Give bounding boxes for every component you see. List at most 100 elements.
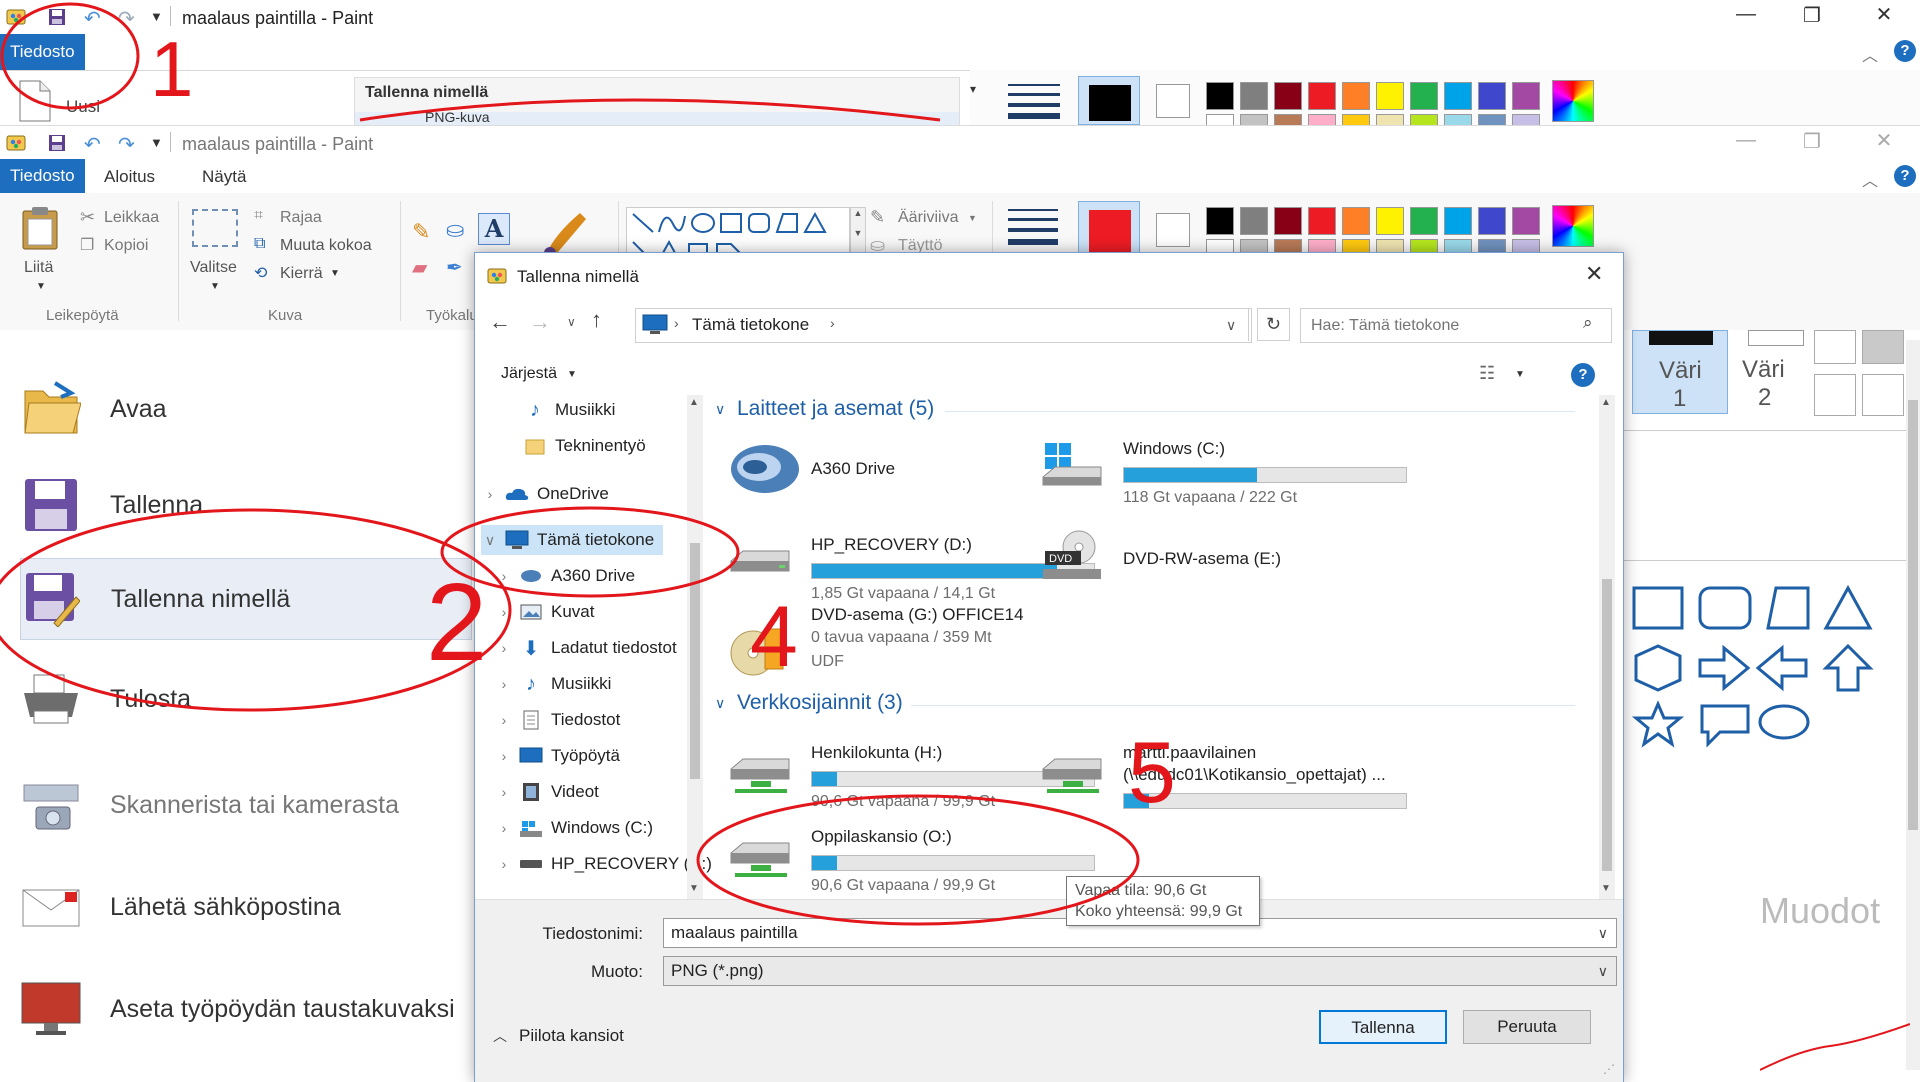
copy-icon[interactable]: ❐: [80, 235, 94, 255]
eraser-icon[interactable]: ▰: [412, 255, 427, 280]
menu-save[interactable]: Tallenna: [20, 466, 470, 544]
new-document-icon[interactable]: [18, 79, 52, 128]
menu-save-as[interactable]: Tallenna nimellä: [20, 558, 472, 640]
search-box[interactable]: ⌕: [1300, 308, 1612, 343]
group-network-collapse-icon[interactable]: ∨: [715, 695, 725, 712]
paste-dropdown-icon[interactable]: ▼: [36, 281, 46, 292]
tree-scrollbar-thumb[interactable]: [690, 543, 700, 779]
palette-swatch[interactable]: [1376, 82, 1404, 110]
organize-dropdown-icon[interactable]: ▼: [567, 369, 577, 380]
right-scrollbar-thumb[interactable]: [1908, 400, 1918, 830]
breadcrumb-chevron-icon[interactable]: ›: [674, 315, 679, 331]
tree-item-this-pc[interactable]: ∨ Tämä tietokone: [481, 525, 663, 555]
color1-button[interactable]: Väri 1: [1632, 330, 1728, 414]
cut-icon[interactable]: ✂: [80, 207, 95, 228]
tree-expand-icon-9[interactable]: ›: [495, 820, 513, 836]
select-icon[interactable]: [192, 209, 238, 247]
cut-label[interactable]: Leikkaa: [104, 209, 159, 227]
network-martti-home[interactable]: martti.paavilainen (\\edudc01\Kotikansio…: [1041, 741, 1461, 821]
edit-colors-icon[interactable]: [1552, 205, 1594, 247]
close-icon-2[interactable]: ✕: [1866, 128, 1902, 153]
redo-icon-2[interactable]: ↷: [118, 132, 135, 157]
palette-swatch[interactable]: [1410, 207, 1438, 235]
crop-icon[interactable]: ⌗: [254, 207, 263, 225]
view-options-icon[interactable]: ☷: [1479, 363, 1495, 384]
tree-scrollbar[interactable]: ▲ ▼: [687, 395, 703, 899]
palette-swatch[interactable]: [1342, 207, 1370, 235]
resize-grip-icon[interactable]: ⋰: [1603, 1062, 1615, 1076]
menu-print[interactable]: Tulosta: [20, 660, 470, 738]
hide-folders-icon[interactable]: ︿: [493, 1026, 507, 1046]
crop-label[interactable]: Rajaa: [280, 209, 322, 227]
back-color1-slot[interactable]: [1078, 76, 1140, 125]
outline-label[interactable]: Ääriviiva: [898, 209, 958, 227]
save-button[interactable]: Tallenna: [1319, 1010, 1447, 1044]
back-size-icon[interactable]: [1008, 82, 1060, 127]
palette-swatch[interactable]: [1444, 207, 1472, 235]
pencil-icon[interactable]: ✎: [412, 219, 430, 245]
content-scroll-up-icon[interactable]: ▲: [1601, 397, 1611, 408]
palette-swatch[interactable]: [1376, 207, 1404, 235]
palette-swatch[interactable]: [1478, 207, 1506, 235]
color-picker-icon[interactable]: ✒: [446, 255, 463, 280]
menu-open[interactable]: Avaa: [20, 370, 470, 448]
tree-item-desktop[interactable]: › Työpöytä: [495, 741, 620, 771]
refresh-icon[interactable]: ↻: [1257, 308, 1290, 341]
organize-button[interactable]: Järjestä: [501, 365, 557, 383]
tree-item-music[interactable]: › ♪ Musiikki: [495, 669, 612, 699]
recent-locations-icon[interactable]: ∨: [567, 315, 576, 329]
palette-swatch[interactable]: [1410, 82, 1438, 110]
tree-expand-icon-10[interactable]: ›: [495, 856, 513, 872]
tree-expand-icon-8[interactable]: ›: [495, 784, 513, 800]
rotate-dropdown-icon[interactable]: ▼: [330, 268, 340, 279]
dialog-help-icon[interactable]: ?: [1571, 363, 1595, 387]
minimize-icon-2[interactable]: —: [1728, 129, 1764, 152]
palette-swatch[interactable]: [1240, 207, 1268, 235]
tree-item-downloads[interactable]: › ⬇ Ladatut tiedostot: [495, 633, 677, 663]
help-icon-2[interactable]: ?: [1894, 165, 1916, 187]
content-scrollbar-thumb[interactable]: [1602, 579, 1612, 871]
group-devices-collapse-icon[interactable]: ∨: [715, 401, 725, 418]
tree-item-windows-c[interactable]: › Windows (C:): [495, 813, 653, 843]
view-dropdown-icon[interactable]: ▼: [1515, 369, 1525, 380]
tree-scroll-down-icon[interactable]: ▼: [689, 883, 699, 894]
palette-swatch[interactable]: [1512, 82, 1540, 110]
forward-arrow-icon[interactable]: →: [529, 309, 551, 335]
format-select[interactable]: PNG (*.png) ∨: [663, 956, 1617, 986]
restore-icon[interactable]: ❐: [1794, 3, 1830, 28]
palette-swatch[interactable]: [1478, 82, 1506, 110]
rotate-label[interactable]: Kierrä: [280, 265, 323, 283]
tree-expand-icon[interactable]: ›: [481, 486, 499, 502]
tree-expand-icon-4[interactable]: ›: [495, 640, 513, 656]
fill-bucket-icon[interactable]: ⛀: [446, 217, 464, 243]
new-menu-item[interactable]: Uusi: [66, 97, 100, 117]
menu-set-wallpaper[interactable]: Aseta työpöydän taustakuvaksi: [20, 970, 470, 1048]
breadcrumb-chevron-icon-2[interactable]: ›: [830, 315, 835, 331]
submenu-item-png[interactable]: PNG-kuva: [355, 112, 959, 126]
address-text[interactable]: Tämä tietokone: [692, 315, 809, 335]
filename-dropdown-icon[interactable]: ∨: [1598, 925, 1608, 942]
size-icon[interactable]: [1008, 207, 1058, 254]
tree-item-pictures[interactable]: › Kuvat: [495, 597, 595, 627]
rotate-icon[interactable]: ⟲: [254, 263, 267, 283]
save-quick-icon[interactable]: [48, 8, 66, 31]
tree-item-a360[interactable]: › A360 Drive: [495, 561, 635, 591]
palette-swatch[interactable]: [1308, 207, 1336, 235]
resize-icon[interactable]: ⧉: [254, 235, 265, 253]
undo-icon[interactable]: ↶: [84, 6, 101, 31]
tab-home[interactable]: Aloitus: [104, 167, 155, 187]
address-bar[interactable]: › Tämä tietokone › ∨: [635, 308, 1252, 343]
palette-swatch[interactable]: [1274, 207, 1302, 235]
select-dropdown-icon[interactable]: ▼: [210, 281, 220, 292]
shapes-panel[interactable]: [1620, 576, 1900, 761]
format-dropdown-icon[interactable]: ∨: [1598, 963, 1608, 980]
content-scroll-down-icon[interactable]: ▼: [1601, 883, 1611, 894]
tree-scroll-up-icon[interactable]: ▲: [689, 397, 699, 408]
drive-dvd-rw-e[interactable]: DVD DVD-RW-asema (E:): [1041, 527, 1421, 607]
tree-item-music-top[interactable]: ♪ Musiikki: [499, 395, 615, 425]
color2-slot[interactable]: [1156, 213, 1190, 247]
paste-label[interactable]: Liitä: [24, 259, 53, 277]
tree-item-hp-recovery[interactable]: › HP_RECOVERY (D:): [495, 849, 712, 879]
back-edit-colors-icon[interactable]: [1552, 80, 1594, 122]
redo-icon[interactable]: ↷: [118, 6, 135, 31]
